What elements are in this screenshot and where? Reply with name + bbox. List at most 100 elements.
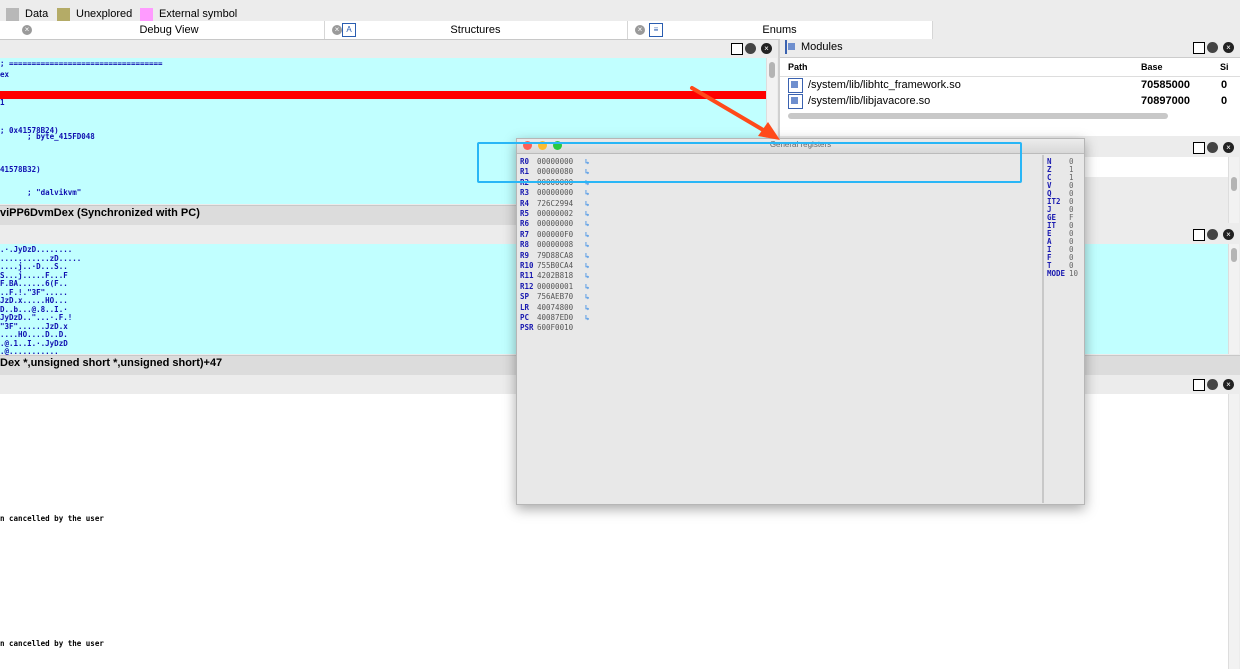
legend-label: Data	[25, 8, 49, 20]
register-value: 726C2994	[537, 198, 574, 208]
jump-arrow-icon[interactable]: ↳	[585, 313, 590, 322]
jump-arrow-icon[interactable]: ↳	[585, 188, 590, 197]
module-icon	[788, 93, 803, 109]
legend-label: Unexplored	[76, 8, 133, 20]
register-value: 00000008	[537, 240, 574, 250]
close-icon[interactable]: ×	[1223, 142, 1234, 153]
right-panel-scrollbar[interactable]	[1228, 157, 1239, 223]
scroll-thumb[interactable]	[1231, 177, 1237, 191]
close-icon[interactable]: ×	[635, 25, 645, 35]
restore-icon[interactable]	[1207, 142, 1218, 153]
legend-item-unexplored: Unexplored	[57, 7, 132, 21]
tab-structures[interactable]: × A Structures	[324, 21, 628, 39]
modules-table-header: Path Base Si	[780, 58, 1240, 77]
jump-arrow-icon[interactable]: ↳	[585, 209, 590, 218]
column-header-path[interactable]: Path	[788, 62, 808, 72]
module-size: 0	[1221, 79, 1228, 91]
register-value: 756AEB70	[537, 292, 574, 302]
register-value: 755B0CA4	[537, 261, 574, 270]
legend-swatch-unexplored	[57, 7, 70, 21]
register-name: PSR	[520, 323, 534, 333]
flags-list: N 0 Z 1 C 1 V 0 Q 0 IT2 0 J 0 GE F IT 0 E 0 A 0 I 0 F 0 T 0 MODE 10	[1044, 155, 1084, 503]
register-row-r12[interactable]: R12 00000001 ↳	[520, 282, 590, 292]
register-name: R3	[520, 188, 530, 198]
register-name: R12	[520, 281, 534, 291]
flag-row-mode[interactable]: MODE 10	[1047, 269, 1078, 278]
hexdump-scrollbar[interactable]	[1228, 244, 1239, 354]
register-name: R6	[520, 219, 530, 229]
maximize-icon[interactable]	[731, 43, 743, 55]
module-base: 70897000	[1141, 95, 1190, 107]
jump-arrow-icon[interactable]: ↳	[585, 282, 590, 291]
register-value: 79D88CA8	[537, 250, 574, 260]
register-name: LR	[520, 302, 530, 312]
close-icon[interactable]: ×	[1223, 42, 1234, 53]
module-base: 70585000	[1141, 79, 1190, 91]
table-row[interactable]: /system/lib/libjavacore.so 70897000 0	[788, 93, 1238, 109]
tab-enums[interactable]: × ≡ Enums	[627, 21, 933, 39]
legend-item-data: Data	[6, 7, 48, 21]
close-icon[interactable]: ×	[1223, 229, 1234, 240]
register-name: R9	[520, 250, 530, 260]
register-value: 40074800	[537, 302, 574, 312]
jump-arrow-icon[interactable]: ↳	[585, 251, 590, 260]
legend-bar: Data Unexplored External symbol	[0, 0, 1240, 22]
restore-icon[interactable]	[1207, 379, 1218, 390]
register-row-r11[interactable]: R11 4202B818 ↳	[520, 271, 590, 281]
maximize-icon[interactable]	[1193, 142, 1205, 154]
register-row-r5[interactable]: R5 00000002 ↳	[520, 209, 590, 219]
close-icon[interactable]: ×	[22, 25, 32, 35]
module-size: 0	[1221, 95, 1228, 107]
register-row-lr[interactable]: LR 40074800 ↳	[520, 303, 590, 313]
register-row-r6[interactable]: R6 00000000 ↳	[520, 219, 590, 229]
general-registers-window[interactable]: General registers R0 00000000 ↳ R1 00000080 ↳…	[516, 138, 1085, 505]
hexdump-code: .·.JyDzD........ ...........zD..... ....j.…	[0, 245, 81, 357]
module-icon	[788, 77, 803, 93]
register-value: 000000F0	[537, 229, 574, 239]
tab-label: Debug View	[139, 24, 199, 36]
jump-arrow-icon[interactable]: ↳	[585, 240, 590, 249]
close-icon[interactable]: ×	[761, 43, 772, 54]
register-row-r9[interactable]: R9 79D88CA8 ↳	[520, 251, 590, 261]
legend-label: External symbol	[159, 8, 238, 20]
register-value: 40087ED0	[537, 313, 574, 322]
tab-debug-view[interactable]: × Debug View	[14, 21, 325, 39]
legend-swatch-data	[6, 7, 19, 21]
register-name: R4	[520, 198, 530, 208]
restore-icon[interactable]	[1207, 229, 1218, 240]
column-header-base[interactable]: Base	[1141, 62, 1163, 72]
scroll-thumb[interactable]	[769, 62, 775, 78]
scroll-thumb[interactable]	[1231, 248, 1237, 262]
close-icon[interactable]: ×	[332, 25, 342, 35]
jump-arrow-icon[interactable]: ↳	[585, 199, 590, 208]
register-row-pc[interactable]: PC 40087ED0 ↳	[520, 313, 590, 323]
modules-hscroll-thumb[interactable]	[788, 113, 1168, 119]
register-row-psr[interactable]: PSR 600F0010	[520, 323, 585, 333]
register-row-r7[interactable]: R7 000000F0 ↳	[520, 230, 590, 240]
jump-arrow-icon[interactable]: ↳	[585, 292, 590, 301]
module-path: /system/lib/libhtc_framework.so	[808, 79, 961, 91]
register-row-r3[interactable]: R3 00000000 ↳	[520, 188, 590, 198]
register-row-r10[interactable]: R10 755B0CA4 ↳	[520, 261, 590, 271]
restore-icon[interactable]	[745, 43, 756, 54]
register-row-r4[interactable]: R4 726C2994 ↳	[520, 199, 590, 209]
disasm-line: ; "dalvikvm"	[0, 187, 82, 197]
maximize-icon[interactable]	[1193, 42, 1205, 54]
close-icon[interactable]: ×	[1223, 379, 1234, 390]
restore-icon[interactable]	[1207, 42, 1218, 53]
table-row[interactable]: /system/lib/libhtc_framework.so 70585000…	[788, 77, 1238, 93]
jump-arrow-icon[interactable]: ↳	[585, 230, 590, 239]
jump-arrow-icon[interactable]: ↳	[585, 271, 590, 280]
jump-arrow-icon[interactable]: ↳	[585, 219, 590, 228]
register-value: 00000000	[537, 188, 574, 198]
output-scrollbar[interactable]	[1228, 394, 1239, 669]
register-name: R7	[520, 229, 530, 239]
column-header-size[interactable]: Si	[1220, 62, 1229, 72]
register-row-r8[interactable]: R8 00000008 ↳	[520, 240, 590, 250]
maximize-icon[interactable]	[1193, 229, 1205, 241]
jump-arrow-icon[interactable]: ↳	[585, 261, 590, 270]
output-line: n cancelled by the user	[0, 639, 104, 648]
jump-arrow-icon[interactable]: ↳	[585, 303, 590, 312]
maximize-icon[interactable]	[1193, 379, 1205, 391]
register-row-sp[interactable]: SP 756AEB70 ↳	[520, 292, 590, 302]
